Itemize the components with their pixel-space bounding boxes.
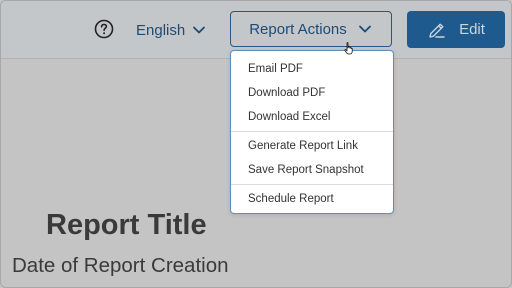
menu-item-email-pdf[interactable]: Email PDF	[231, 57, 393, 81]
chevron-down-icon	[193, 26, 206, 34]
language-selector[interactable]: English	[136, 20, 207, 40]
menu-group-share: Generate Report Link Save Report Snapsho…	[231, 132, 393, 184]
menu-group-schedule: Schedule Report	[231, 185, 393, 211]
hand-cursor-icon	[344, 42, 353, 55]
menu-group-export: Email PDF Download PDF Download Excel	[231, 51, 393, 131]
menu-item-download-pdf[interactable]: Download PDF	[231, 81, 393, 105]
app-window: English Report Actions Edit Report Title…	[0, 0, 512, 288]
menu-item-save-report-snapshot[interactable]: Save Report Snapshot	[231, 158, 393, 182]
report-actions-menu: Email PDF Download PDF Download Excel Ge…	[230, 50, 394, 214]
menu-item-schedule-report[interactable]: Schedule Report	[231, 187, 393, 211]
edit-label: Edit	[459, 21, 485, 38]
report-actions-label: Report Actions	[249, 20, 347, 38]
menu-item-generate-report-link[interactable]: Generate Report Link	[231, 134, 393, 158]
language-label: English	[136, 21, 186, 39]
report-title: Report Title	[46, 209, 207, 241]
report-actions-button[interactable]: Report Actions	[230, 11, 392, 47]
pencil-icon	[429, 23, 445, 38]
report-date: Date of Report Creation	[12, 254, 229, 277]
help-circle-icon[interactable]	[94, 19, 114, 39]
chevron-down-icon	[358, 25, 371, 33]
edit-button[interactable]: Edit	[407, 11, 505, 48]
menu-item-download-excel[interactable]: Download Excel	[231, 105, 393, 129]
